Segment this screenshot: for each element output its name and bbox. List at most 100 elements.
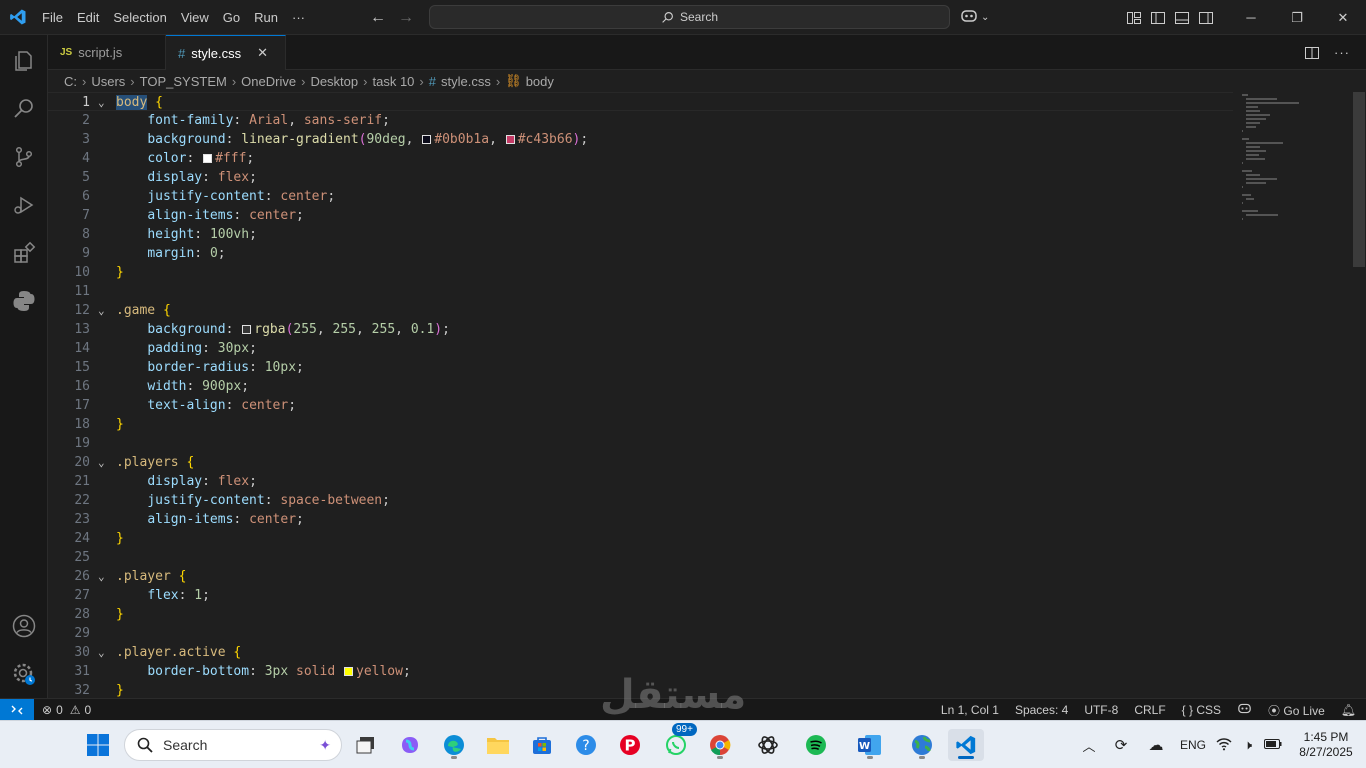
globe-app-icon[interactable] [906, 729, 938, 761]
close-icon[interactable]: ✕ [1320, 0, 1366, 35]
color-swatch[interactable] [203, 154, 213, 163]
scrollbar-thumb[interactable] [1353, 92, 1365, 267]
breadcrumb-item[interactable]: Desktop [310, 74, 358, 89]
code-line[interactable]: 11 [48, 282, 1233, 301]
tab-style-css[interactable]: # style.css ✕ [166, 35, 286, 70]
breadcrumb-item[interactable]: OneDrive [241, 74, 296, 89]
fold-chevron-icon[interactable]: ⌄ [98, 567, 110, 586]
color-swatch[interactable] [344, 667, 353, 676]
close-tab-icon[interactable]: ✕ [257, 45, 268, 61]
code-line[interactable]: 26 ⌄ .player { [48, 567, 1233, 586]
back-arrow-icon[interactable]: ← [370, 9, 386, 27]
code-line[interactable]: 6 justify-content: center; [48, 187, 1233, 206]
copilot-status-icon[interactable] [1237, 702, 1252, 718]
chevron-down-icon[interactable]: ⌄ [981, 12, 989, 23]
fold-chevron-icon[interactable]: ⌄ [98, 453, 110, 472]
spotify-icon[interactable] [800, 729, 832, 761]
code-line[interactable]: 5 display: flex; [48, 168, 1233, 187]
copilot-icon[interactable] [960, 8, 978, 28]
code-line[interactable]: 13 background: rgba(255, 255, 255, 0.1); [48, 320, 1233, 339]
windows-start-icon[interactable] [82, 729, 114, 761]
code-line[interactable]: 1 ⌄ body { [48, 92, 1233, 111]
breadcrumb-item[interactable]: C: [64, 74, 77, 89]
cursor-position[interactable]: Ln 1, Col 1 [941, 703, 999, 717]
fold-chevron-icon[interactable]: ⌄ [98, 301, 110, 320]
breadcrumb-item[interactable]: TOP_SYSTEM [140, 74, 227, 89]
search-view-icon[interactable] [0, 85, 48, 133]
chatgpt-icon[interactable] [752, 729, 784, 761]
minimap[interactable] [1238, 92, 1338, 252]
split-editor-icon[interactable] [1304, 45, 1320, 61]
command-center-search[interactable]: Search [429, 5, 950, 29]
system-clock[interactable]: 1:45 PM 8/27/2025 [1286, 730, 1366, 760]
code-line[interactable]: 19 [48, 434, 1233, 453]
edge-browser-icon[interactable] [438, 729, 470, 761]
python-icon[interactable] [0, 277, 48, 325]
input-language[interactable]: ENG [1174, 738, 1212, 752]
menu-file[interactable]: File [35, 0, 70, 35]
chevron-up-icon[interactable]: ︿ [1074, 736, 1104, 755]
copilot-app-icon[interactable] [394, 729, 426, 761]
toggle-panel-icon[interactable] [1174, 10, 1190, 26]
wifi-icon[interactable] [1212, 737, 1236, 754]
fold-chevron-icon[interactable]: ⌄ [98, 643, 110, 662]
code-line[interactable]: 21 display: flex; [48, 472, 1233, 491]
get-help-icon[interactable]: ? [570, 729, 602, 761]
chrome-browser-icon[interactable] [704, 729, 736, 761]
code-line[interactable]: 22 justify-content: space-between; [48, 491, 1233, 510]
code-line[interactable]: 14 padding: 30px; [48, 339, 1233, 358]
toggle-primary-sidebar-icon[interactable] [1150, 10, 1166, 26]
code-line[interactable]: 12 ⌄ .game { [48, 301, 1233, 320]
code-line[interactable]: 23 align-items: center; [48, 510, 1233, 529]
code-line[interactable]: 9 margin: 0; [48, 244, 1233, 263]
code-line[interactable]: 29 [48, 624, 1233, 643]
forward-arrow-icon[interactable]: → [398, 9, 414, 27]
code-line[interactable]: 7 align-items: center; [48, 206, 1233, 225]
tab-script-js[interactable]: JS script.js [48, 35, 166, 70]
breadcrumb-item[interactable]: Users [91, 74, 125, 89]
menu-selection[interactable]: Selection [106, 0, 173, 35]
restore-icon[interactable]: ❐ [1274, 0, 1320, 35]
code-line[interactable]: 24} [48, 529, 1233, 548]
encoding[interactable]: UTF-8 [1084, 703, 1118, 717]
code-line[interactable]: 15 border-radius: 10px; [48, 358, 1233, 377]
color-swatch[interactable] [505, 135, 515, 144]
code-line[interactable]: 20 ⌄ .players { [48, 453, 1233, 472]
onedrive-cloud-icon[interactable]: ☁ [1138, 736, 1174, 754]
accounts-icon[interactable] [0, 602, 48, 650]
code-line[interactable]: 28} [48, 605, 1233, 624]
code-line[interactable]: 16 width: 900px; [48, 377, 1233, 396]
breadcrumb-item[interactable]: body [526, 74, 554, 89]
go-live-button[interactable]: ⦿ Go Live [1268, 702, 1325, 719]
breadcrumb-item[interactable]: style.css [441, 74, 491, 89]
word-icon[interactable]: W [854, 729, 886, 761]
menu-go[interactable]: Go [216, 0, 247, 35]
volume-muted-icon[interactable]: 🕨︎ [1236, 737, 1260, 753]
code-line[interactable]: 27 flex: 1; [48, 586, 1233, 605]
code-line[interactable]: 3 background: linear-gradient(90deg, #0b… [48, 130, 1233, 149]
whatsapp-icon[interactable]: 99+ [660, 723, 697, 761]
indentation[interactable]: Spaces: 4 [1015, 703, 1068, 717]
run-debug-icon[interactable] [0, 181, 48, 229]
source-control-icon[interactable] [0, 133, 48, 181]
code-line[interactable]: 10} [48, 263, 1233, 282]
remote-indicator-icon[interactable] [0, 698, 34, 721]
vertical-scrollbar[interactable] [1352, 92, 1366, 698]
menu-view[interactable]: View [174, 0, 216, 35]
menu-edit[interactable]: Edit [70, 0, 106, 35]
customize-layout-icon[interactable] [1126, 10, 1142, 26]
code-line[interactable]: 18} [48, 415, 1233, 434]
toggle-secondary-sidebar-icon[interactable] [1198, 10, 1214, 26]
sync-icon[interactable]: ⟳ [1104, 736, 1138, 754]
pinterest-icon[interactable]: P [614, 729, 646, 761]
color-swatch[interactable] [422, 135, 432, 144]
code-line[interactable]: 2 font-family: Arial, sans-serif; [48, 111, 1233, 130]
code-editor[interactable]: 1 ⌄ body {2 font-family: Arial, sans-serif… [48, 92, 1366, 698]
taskbar-search[interactable]: Search ✦ [124, 729, 342, 761]
more-actions-icon[interactable]: ··· [1334, 45, 1350, 60]
file-explorer-icon[interactable] [482, 729, 514, 761]
microsoft-store-icon[interactable] [526, 729, 558, 761]
menu-more[interactable]: ··· [285, 0, 312, 35]
extensions-icon[interactable] [0, 229, 48, 277]
vscode-taskbar-icon[interactable] [948, 729, 984, 761]
